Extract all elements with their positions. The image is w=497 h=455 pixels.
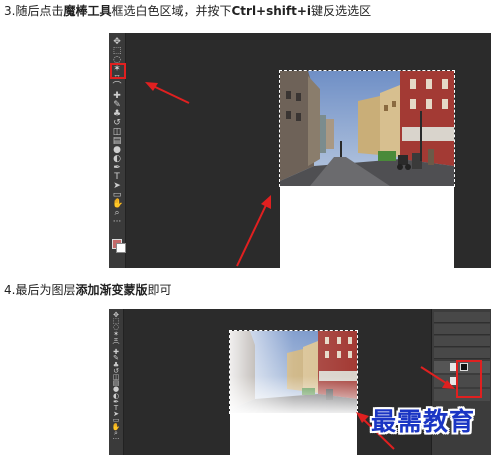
mask-highlight-box bbox=[456, 360, 482, 398]
layers-panel-row[interactable] bbox=[434, 324, 490, 335]
layers-panel-row[interactable] bbox=[434, 336, 490, 347]
step4-instruction: 4.最后为图层添加渐变蒙版即可 bbox=[4, 283, 171, 297]
step3-key-word: 键 bbox=[311, 4, 324, 18]
more-tools-icon[interactable]: ··· bbox=[112, 217, 122, 227]
step3-instruction: 3.随后点击魔棒工具框选白色区域，并按下Ctrl+shift+i键反选选区 bbox=[4, 4, 371, 18]
white-layer-area-2 bbox=[230, 413, 357, 455]
white-layer-area bbox=[280, 186, 454, 268]
tools-panel: ✥ ⬚ ◌ ✶ ⌗ ⌒ ✚ ✎ ♣ ↺ ◫ ▤ ● ◐ ✒ T ➤ ▭ ✋ ⌕ ··· bbox=[109, 33, 126, 268]
step3-suffix: 反选选区 bbox=[323, 4, 372, 18]
step3-tool-name: 魔棒工具 bbox=[63, 4, 112, 18]
watermark-logo-text: 最需教育 bbox=[371, 407, 476, 436]
more-tools-icon[interactable]: ··· bbox=[111, 435, 121, 443]
photoshop-screenshot-step3: ✥ ⬚ ◌ ✶ ⌗ ⌒ ✚ ✎ ♣ ↺ ◫ ▤ ● ◐ ✒ T ➤ ▭ ✋ ⌕ ··· bbox=[109, 33, 491, 268]
selection-marquee-2 bbox=[229, 330, 358, 414]
magic-wand-highlight bbox=[110, 63, 126, 79]
step3-shortcut: Ctrl+shift+i bbox=[231, 4, 312, 18]
selection-marquee bbox=[279, 70, 455, 187]
tools-panel-2: ✥ ⬚ ◌ ✶ ⌗ ⌒ ✚ ✎ ♣ ↺ ◫ ▤ ● ◐ ✒ T ➤ ▭ ✋ ⌕ ··· bbox=[109, 309, 124, 455]
step4-prefix: 4.最后为图层 bbox=[4, 283, 76, 297]
layers-panel-row[interactable] bbox=[434, 312, 490, 323]
photoshop-screenshot-step4: ✥ ⬚ ◌ ✶ ⌗ ⌒ ✚ ✎ ♣ ↺ ◫ ▤ ● ◐ ✒ T ➤ ▭ ✋ ⌕ ··· bbox=[109, 309, 491, 455]
step4-action: 添加渐变蒙版 bbox=[75, 283, 148, 297]
step3-prefix: 3.随后点击 bbox=[4, 4, 64, 18]
layers-panel-row[interactable] bbox=[434, 348, 490, 359]
step3-middle: 框选白色区域，并按下 bbox=[111, 4, 232, 18]
background-color-swatch[interactable] bbox=[116, 243, 126, 253]
step4-suffix: 即可 bbox=[147, 283, 172, 297]
